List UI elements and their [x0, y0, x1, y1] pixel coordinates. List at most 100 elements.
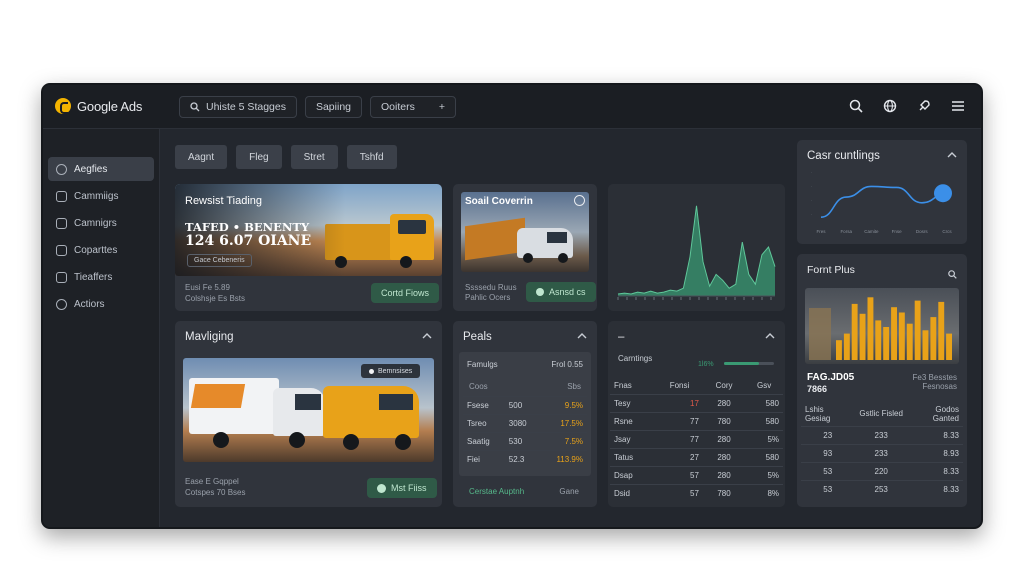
- row-name: Rsne: [610, 411, 657, 430]
- pool-val: 3080: [504, 414, 540, 433]
- row-name: Dsap: [610, 465, 657, 484]
- search-box[interactable]: Uhiste 5 Stagges: [179, 96, 297, 118]
- data-table-card: – Carntings 1l6% Fnas Fonsi Cory Gsv Tes…: [608, 321, 785, 507]
- area-series: [618, 205, 775, 296]
- col-header[interactable]: Gstlic Fisled: [854, 402, 907, 426]
- front-chart-image: [805, 288, 959, 364]
- sidebar-item-tieaffers[interactable]: Tieaffers: [48, 265, 154, 289]
- moving-button[interactable]: Mst Fiiss: [367, 478, 437, 498]
- pool-val: 530: [504, 432, 540, 451]
- front-table: Lshis Gesiag Gstlic Fisled Godos Ganted …: [801, 402, 963, 498]
- moving-truck-image: Bemnsises: [183, 358, 434, 462]
- pools-col-2: Sbs: [567, 382, 581, 391]
- search-icon[interactable]: [948, 266, 957, 284]
- moving-title: Mavliging: [185, 331, 234, 343]
- table-header-row: Lshis Gesiag Gstlic Fisled Godos Ganted: [801, 402, 963, 426]
- search-icon[interactable]: [847, 97, 865, 115]
- table-row[interactable]: 53 220 8.33: [801, 461, 963, 480]
- sidebar-item-coparttes[interactable]: Coparttes: [48, 238, 154, 262]
- top-nav: Uhiste 5 Stagges Sapiing Ooiters +: [179, 96, 456, 118]
- pool-pct: 17.5%: [539, 414, 587, 433]
- pools-table: Fsese 500 9.5% Tsreo 3080 17.5% Saatig 530 7.5…: [463, 396, 587, 469]
- top-tab-ooiters[interactable]: Ooiters +: [370, 96, 456, 118]
- table-row[interactable]: Dsap 57 280 5%: [610, 465, 783, 484]
- hero-title: Rewsist Tiading: [185, 195, 263, 207]
- background-structure: [809, 308, 831, 360]
- sidebar-item-aegfies[interactable]: Aegfies: [48, 157, 154, 181]
- collapse-icon[interactable]: [422, 331, 432, 342]
- table-row[interactable]: Tsreo 3080 17.5%: [463, 414, 587, 433]
- bar: [883, 327, 890, 360]
- chip-stret[interactable]: Stret: [290, 145, 338, 169]
- badge-dot-icon: [369, 368, 374, 374]
- row-b: 253: [854, 479, 908, 498]
- bar-chart: [809, 297, 952, 360]
- row-c: 8%: [745, 483, 783, 502]
- google-ads-logo[interactable]: Google Ads: [55, 98, 142, 114]
- table-row[interactable]: Jsay 77 280 5%: [610, 429, 783, 448]
- col-header[interactable]: Fnas: [610, 378, 656, 394]
- pool-pct: 9.5%: [539, 396, 587, 415]
- row-c: 8.33: [907, 425, 963, 444]
- row-a: 77: [656, 429, 703, 448]
- table-head-value: 1l6%: [698, 361, 714, 368]
- row-name: Jsay: [610, 429, 657, 448]
- bar: [930, 317, 937, 360]
- front-big-2: 7866: [807, 384, 828, 394]
- table-row[interactable]: Dsid 57 780 8%: [610, 483, 783, 502]
- sidebar-item-cammiigs[interactable]: Cammiigs: [48, 184, 154, 208]
- pools-title: Peals: [463, 331, 492, 343]
- globe-icon[interactable]: [881, 97, 899, 115]
- app-window: Google Ads Uhiste 5 Stagges Sapiing Ooit…: [41, 83, 983, 529]
- table-row[interactable]: Rsne 77 780 580: [610, 411, 783, 430]
- sidebar-item-actiors[interactable]: Actiors: [48, 292, 154, 316]
- pools-head-right: Frol 0.55: [551, 360, 583, 369]
- table-row[interactable]: 23 233 8.33: [801, 425, 963, 444]
- pools-col-1: Coos: [469, 382, 488, 391]
- table-row[interactable]: Fsese 500 9.5%: [463, 396, 587, 415]
- pools-inner: Famulgs Frol 0.55 Coos Sbs Fsese 500 9.5% …: [459, 352, 591, 476]
- search-icon: [190, 102, 200, 112]
- table-row[interactable]: 53 253 8.33: [801, 479, 963, 498]
- table-row[interactable]: Tatus 27 280 580: [610, 447, 783, 466]
- edit-icon: [56, 190, 67, 202]
- bar: [898, 312, 905, 360]
- chip-tshfd[interactable]: Tshfd: [346, 145, 397, 169]
- col-header[interactable]: Godos Ganted: [908, 402, 963, 426]
- pools-footer-left[interactable]: Cerstae Auptnh: [469, 487, 524, 496]
- table-row[interactable]: Tesy 17 280 580: [610, 393, 783, 412]
- table-row[interactable]: Fiei 52.3 113.9%: [463, 450, 587, 469]
- row-b: 233: [854, 425, 908, 444]
- hero-card[interactable]: Rewsist Tiading TAFED • BENENTY 124 6.07…: [175, 184, 442, 311]
- table-row[interactable]: Saatig 530 7.5%: [463, 432, 587, 451]
- table-row[interactable]: 93 233 8.93: [801, 443, 963, 462]
- bar: [946, 333, 952, 360]
- collapse-icon[interactable]: [765, 331, 775, 342]
- chip-fleg[interactable]: Fleg: [236, 145, 282, 169]
- top-tab-sapiing[interactable]: Sapiing: [304, 96, 362, 118]
- moving-card[interactable]: Mavliging Bemnsises Ease E Gqppel Cotspe…: [175, 321, 442, 507]
- pools-footer-right[interactable]: Gane: [559, 487, 579, 496]
- col-header[interactable]: Gsv: [745, 378, 783, 394]
- rocket-icon[interactable]: [915, 97, 933, 115]
- col-header[interactable]: Cory: [703, 378, 745, 394]
- row-a: 57: [656, 465, 703, 484]
- hero-headline-1: TAFED • BENENTY: [185, 220, 310, 234]
- table-card-dash: –: [618, 331, 625, 343]
- info-icon[interactable]: [574, 195, 585, 206]
- col-header[interactable]: Fonsi: [656, 378, 703, 394]
- col-header[interactable]: Lshis Gesiag: [801, 402, 854, 426]
- promo-card[interactable]: Soail Coverrin Ssssedu Ruus Pahlic Ocers…: [453, 184, 597, 311]
- pool-name: Tsreo: [463, 414, 505, 433]
- hero-button[interactable]: Cortd Fiows: [371, 283, 440, 303]
- promo-button[interactable]: Asnsd cs: [526, 282, 596, 302]
- list-icon: [56, 271, 67, 283]
- collapse-icon[interactable]: [577, 331, 587, 342]
- moving-badge[interactable]: Bemnsises: [361, 364, 421, 378]
- menu-icon[interactable]: [949, 97, 967, 115]
- sidebar-item-camnigrs[interactable]: Camnigrs: [48, 211, 154, 235]
- chip-aagnt[interactable]: Aagnt: [175, 145, 228, 169]
- pool-val: 52.3: [504, 450, 540, 469]
- bar: [914, 300, 921, 360]
- promo-sub-2: Pahlic Ocers: [465, 293, 511, 302]
